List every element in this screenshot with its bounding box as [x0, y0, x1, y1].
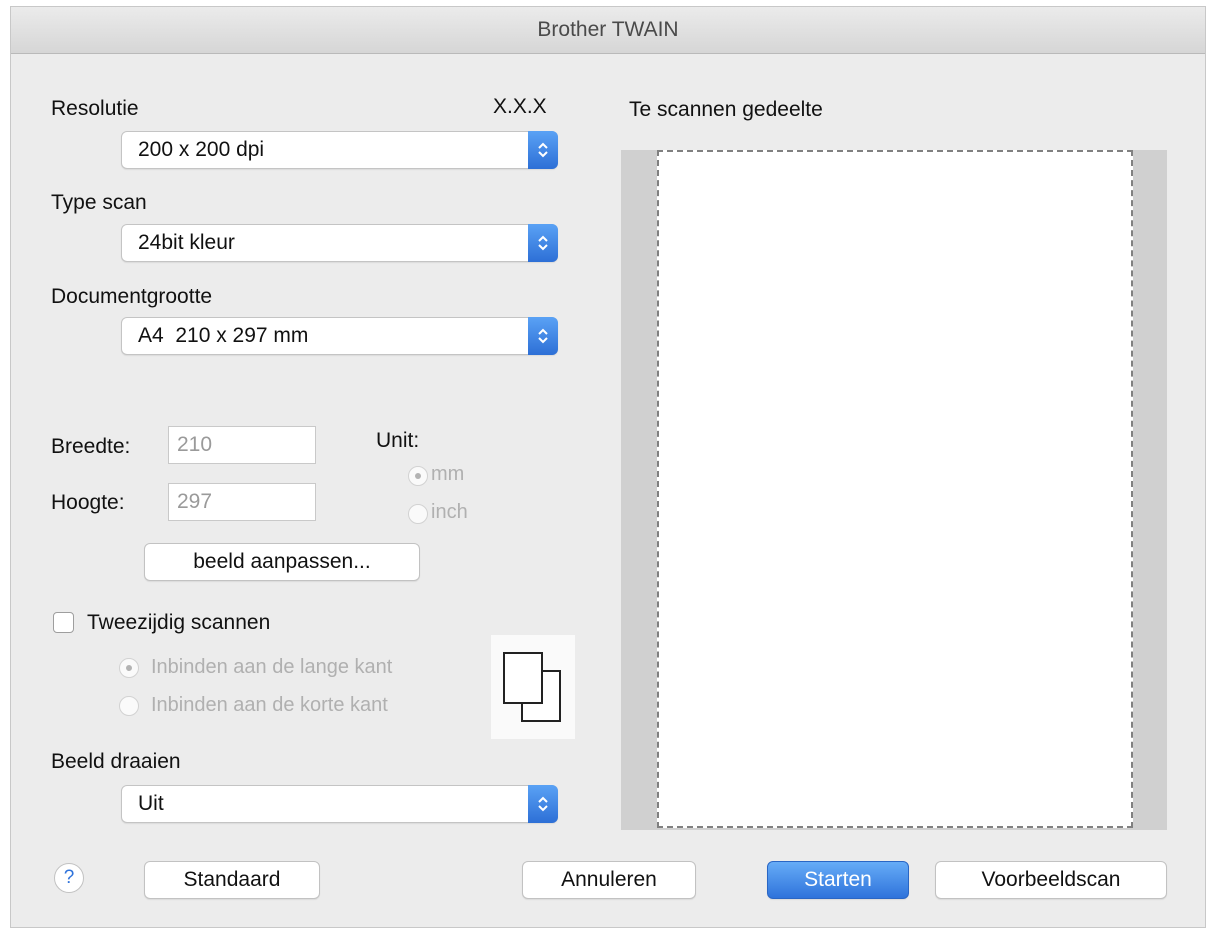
start-button[interactable]: Starten [767, 861, 909, 899]
twain-dialog: Brother TWAIN Resolutie X.X.X 200 x 200 … [10, 6, 1206, 928]
help-button[interactable]: ? [54, 863, 84, 893]
duplex-checkbox[interactable] [53, 612, 74, 633]
dialog-content: Resolutie X.X.X 200 x 200 dpi Type scan … [11, 53, 1205, 929]
document-size-value: A4 210 x 297 mm [138, 324, 309, 347]
height-value: 297 [177, 490, 213, 513]
preview-scan-button[interactable]: Voorbeeldscan [935, 861, 1167, 899]
resolution-value: 200 x 200 dpi [138, 138, 265, 161]
width-label: Breedte: [51, 435, 131, 458]
scan-type-label: Type scan [51, 191, 147, 214]
unit-mm-label: mm [431, 463, 465, 485]
rotate-select[interactable]: Uit [121, 785, 558, 823]
cancel-button[interactable]: Annuleren [522, 861, 696, 899]
duplex-long-edge-radio[interactable] [119, 658, 139, 678]
duplex-label: Tweezijdig scannen [87, 611, 271, 634]
rotate-select-arrows-icon [528, 785, 558, 823]
resolution-label: Resolutie [51, 97, 139, 120]
rotate-value: Uit [138, 792, 164, 815]
unit-inch-radio[interactable] [408, 504, 428, 524]
height-label: Hoogte: [51, 491, 125, 514]
unit-mm-radio[interactable] [408, 466, 428, 486]
adjust-image-button[interactable]: beeld aanpassen... [144, 543, 420, 581]
scan-type-value: 24bit kleur [138, 231, 235, 254]
width-value: 210 [177, 433, 213, 456]
duplex-short-edge-label: Inbinden aan de korte kant [151, 694, 388, 716]
duplex-long-edge-label: Inbinden aan de lange kant [151, 656, 393, 678]
unit-inch-label: inch [431, 501, 468, 523]
document-size-select[interactable]: A4 210 x 297 mm [121, 317, 558, 355]
resolution-select-arrows-icon [528, 131, 558, 169]
scan-area-preview [621, 150, 1167, 830]
duplex-pages-icon [491, 635, 575, 739]
window-title: Brother TWAIN [11, 7, 1205, 54]
version-label: X.X.X [493, 95, 547, 118]
default-button[interactable]: Standaard [144, 861, 320, 899]
document-size-select-arrows-icon [528, 317, 558, 355]
duplex-short-edge-radio[interactable] [119, 696, 139, 716]
unit-label: Unit: [376, 429, 420, 452]
scan-area-selection[interactable] [657, 150, 1133, 828]
rotate-label: Beeld draaien [51, 750, 181, 773]
scan-type-select-arrows-icon [528, 224, 558, 262]
resolution-select[interactable]: 200 x 200 dpi [121, 131, 558, 169]
scan-type-select[interactable]: 24bit kleur [121, 224, 558, 262]
width-field[interactable]: 210 [168, 426, 316, 464]
height-field[interactable]: 297 [168, 483, 316, 521]
document-size-label: Documentgrootte [51, 285, 213, 308]
scan-area-label: Te scannen gedeelte [629, 98, 823, 121]
